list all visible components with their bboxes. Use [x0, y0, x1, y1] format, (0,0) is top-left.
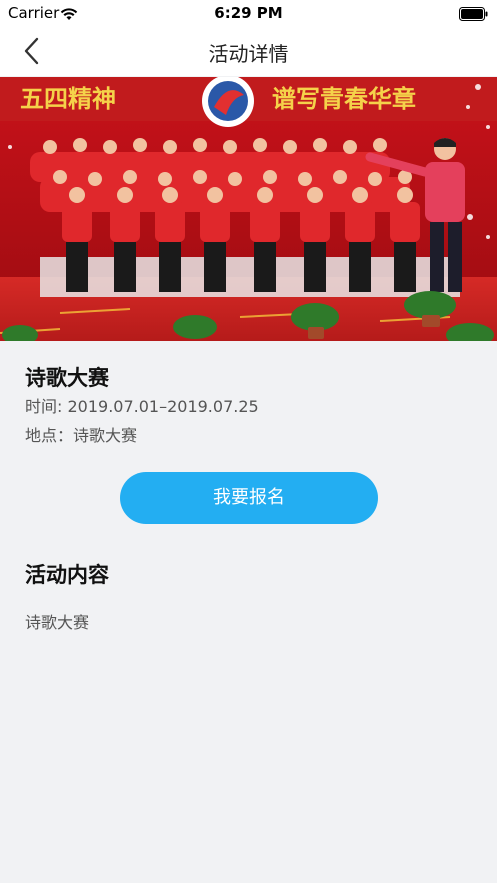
page-title: 活动详情: [208, 42, 289, 66]
status-time: 6:29 PM: [214, 4, 283, 22]
battery-icon: [459, 6, 489, 25]
banner-text-right: 谱写青春华章: [272, 84, 416, 113]
signup-button[interactable]: 我要报名: [120, 472, 378, 524]
content-body: 诗歌大赛: [25, 613, 90, 632]
banner-text-left: 五四精神: [20, 84, 116, 113]
activity-time: 时间: 2019.07.01–2019.07.25: [25, 397, 259, 416]
navigation-bar: 活动详情: [0, 26, 497, 76]
activity-place: 地点：诗歌大赛: [25, 426, 138, 445]
status-bar: Carrier 6:29 PM: [0, 0, 497, 26]
activity-title: 诗歌大赛: [25, 366, 109, 390]
content-heading: 活动内容: [25, 563, 109, 587]
activity-banner-image: 五四精神 谱写青春华章: [0, 77, 497, 341]
